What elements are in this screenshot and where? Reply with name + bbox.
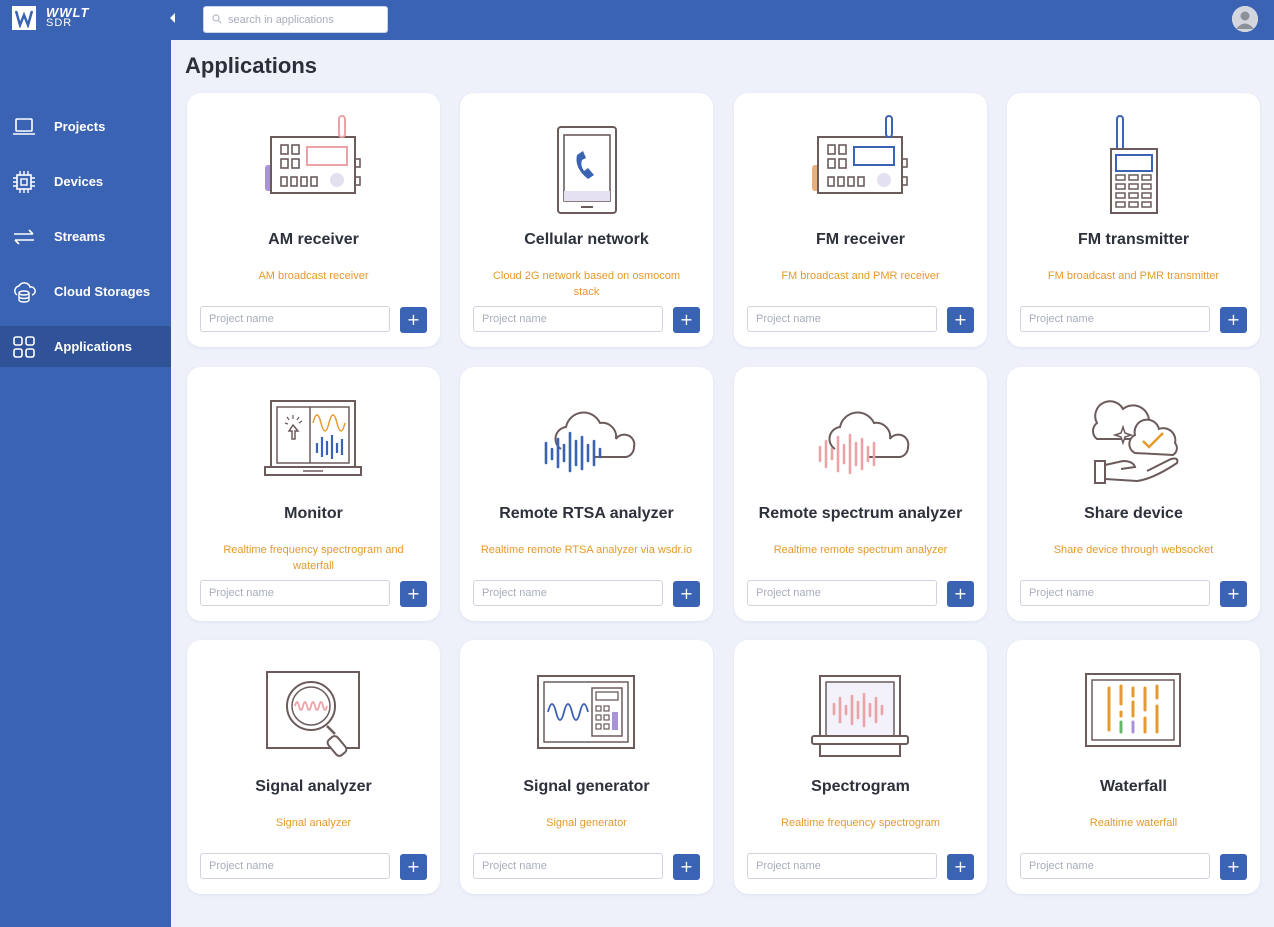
am-radio-icon xyxy=(263,113,363,217)
app-card-remote-spectrum-analyzer[interactable]: Remote spectrum analyzer Realtime remote… xyxy=(734,367,987,621)
laptop-icon xyxy=(12,115,36,139)
sidebar-item-label: Cloud Storages xyxy=(54,284,151,299)
add-project-button[interactable]: + xyxy=(400,581,427,607)
card-description: Share device through websocket xyxy=(1053,544,1214,556)
add-project-button[interactable]: + xyxy=(400,854,427,880)
app-card-waterfall[interactable]: Waterfall Realtime waterfall + xyxy=(1007,640,1260,894)
page-title: Applications xyxy=(185,53,318,78)
phone-icon xyxy=(536,113,636,217)
add-project-button[interactable]: + xyxy=(1220,581,1247,607)
signal-generator-icon xyxy=(536,660,636,764)
sidebar-item-devices[interactable]: Devices xyxy=(0,161,171,202)
app-card-monitor[interactable]: Monitor Realtime frequency spectrogram a… xyxy=(187,367,440,621)
card-title: Spectrogram xyxy=(811,778,910,795)
project-name-input[interactable] xyxy=(473,853,663,879)
fm-radio-icon xyxy=(810,113,910,217)
cloud-signal-blue-icon xyxy=(536,387,636,491)
project-name-input[interactable] xyxy=(200,580,390,606)
top-bar: WWLT SDR xyxy=(0,0,1274,40)
search-box xyxy=(203,6,388,33)
sidebar-item-applications[interactable]: Applications xyxy=(0,326,171,367)
monitor-laptop-icon xyxy=(263,387,363,491)
share-cloud-hand-icon xyxy=(1083,387,1183,491)
card-title: FM transmitter xyxy=(1077,231,1190,248)
arrows-exchange-icon xyxy=(12,225,36,249)
chip-icon xyxy=(12,170,36,194)
grid-icon xyxy=(12,335,36,359)
magnifier-signal-icon xyxy=(263,660,363,764)
card-description: Realtime frequency spectrogram xyxy=(781,817,940,829)
card-description: Signal analyzer xyxy=(275,817,352,829)
sidebar-item-label: Devices xyxy=(54,174,104,189)
search-input[interactable] xyxy=(228,13,378,26)
card-description: Realtime waterfall xyxy=(1089,817,1178,829)
project-name-input[interactable] xyxy=(747,306,937,332)
cloud-database-icon xyxy=(12,280,36,304)
search-icon xyxy=(212,11,222,29)
waterfall-icon xyxy=(1083,660,1183,764)
card-description: Signal generator xyxy=(546,817,627,829)
card-description: FM broadcast and PMR receiver xyxy=(781,270,940,282)
sidebar-item-projects[interactable]: Projects xyxy=(0,106,171,147)
card-description: Realtime remote spectrum analyzer xyxy=(773,544,948,556)
sidebar-item-label: Applications xyxy=(54,339,133,354)
logo-text: WWLT SDR xyxy=(46,6,89,29)
card-title: Share device xyxy=(1084,505,1183,522)
walkie-talkie-icon xyxy=(1083,113,1183,217)
add-project-button[interactable]: + xyxy=(673,854,700,880)
card-title: FM receiver xyxy=(816,231,905,248)
card-title: Signal analyzer xyxy=(255,778,372,795)
sidebar-item-label: Streams xyxy=(54,229,106,244)
sidebar-item-cloud-storages[interactable]: Cloud Storages xyxy=(0,271,171,312)
add-project-button[interactable]: + xyxy=(400,307,427,333)
card-title: Remote spectrum analyzer xyxy=(758,505,963,522)
card-title: Waterfall xyxy=(1100,778,1167,795)
project-name-input[interactable] xyxy=(200,853,390,879)
card-title: Monitor xyxy=(284,505,343,522)
card-description: AM broadcast receiver xyxy=(258,270,369,282)
project-name-input[interactable] xyxy=(747,853,937,879)
add-project-button[interactable]: + xyxy=(947,581,974,607)
sidebar-item-label: Projects xyxy=(54,119,106,134)
app-card-fm-receiver[interactable]: FM receiver FM broadcast and PMR receive… xyxy=(734,93,987,347)
card-description: FM broadcast and PMR transmitter xyxy=(1047,270,1220,282)
card-title: AM receiver xyxy=(268,231,359,248)
app-card-signal-analyzer[interactable]: Signal analyzer Signal analyzer + xyxy=(187,640,440,894)
collapse-sidebar-icon[interactable] xyxy=(168,12,182,28)
project-name-input[interactable] xyxy=(1020,853,1210,879)
add-project-button[interactable]: + xyxy=(673,581,700,607)
logo-mark-icon xyxy=(12,6,36,30)
card-title: Cellular network xyxy=(524,231,649,248)
avatar[interactable] xyxy=(1232,6,1258,32)
add-project-button[interactable]: + xyxy=(1220,854,1247,880)
app-card-signal-generator[interactable]: Signal generator Signal generator + xyxy=(460,640,713,894)
card-title: Remote RTSA analyzer xyxy=(499,505,674,522)
cloud-signal-pink-icon xyxy=(810,387,910,491)
app-card-cellular-network[interactable]: Cellular network Cloud 2G network based … xyxy=(460,93,713,347)
project-name-input[interactable] xyxy=(473,580,663,606)
add-project-button[interactable]: + xyxy=(947,854,974,880)
app-card-spectrogram[interactable]: Spectrogram Realtime frequency spectrogr… xyxy=(734,640,987,894)
card-description: Realtime frequency spectrogram and water… xyxy=(223,544,404,572)
project-name-input[interactable] xyxy=(473,306,663,332)
sidebar-item-streams[interactable]: Streams xyxy=(0,216,171,257)
app-card-share-device[interactable]: Share device Share device through websoc… xyxy=(1007,367,1260,621)
add-project-button[interactable]: + xyxy=(673,307,700,333)
add-project-button[interactable]: + xyxy=(947,307,974,333)
app-card-remote-rtsa-analyzer[interactable]: Remote RTSA analyzer Realtime remote RTS… xyxy=(460,367,713,621)
app-logo[interactable]: WWLT SDR xyxy=(12,5,89,31)
card-description: Cloud 2G network based on osmocom stack xyxy=(492,270,681,298)
project-name-input[interactable] xyxy=(1020,580,1210,606)
add-project-button[interactable]: + xyxy=(1220,307,1247,333)
app-card-am-receiver[interactable]: AM receiver AM broadcast receiver + xyxy=(187,93,440,347)
spectrogram-laptop-icon xyxy=(810,660,910,764)
app-card-fm-transmitter[interactable]: FM transmitter FM broadcast and PMR tran… xyxy=(1007,93,1260,347)
card-title: Signal generator xyxy=(523,778,650,795)
card-description: Realtime remote RTSA analyzer via wsdr.i… xyxy=(480,544,693,556)
project-name-input[interactable] xyxy=(200,306,390,332)
project-name-input[interactable] xyxy=(1020,306,1210,332)
project-name-input[interactable] xyxy=(747,580,937,606)
